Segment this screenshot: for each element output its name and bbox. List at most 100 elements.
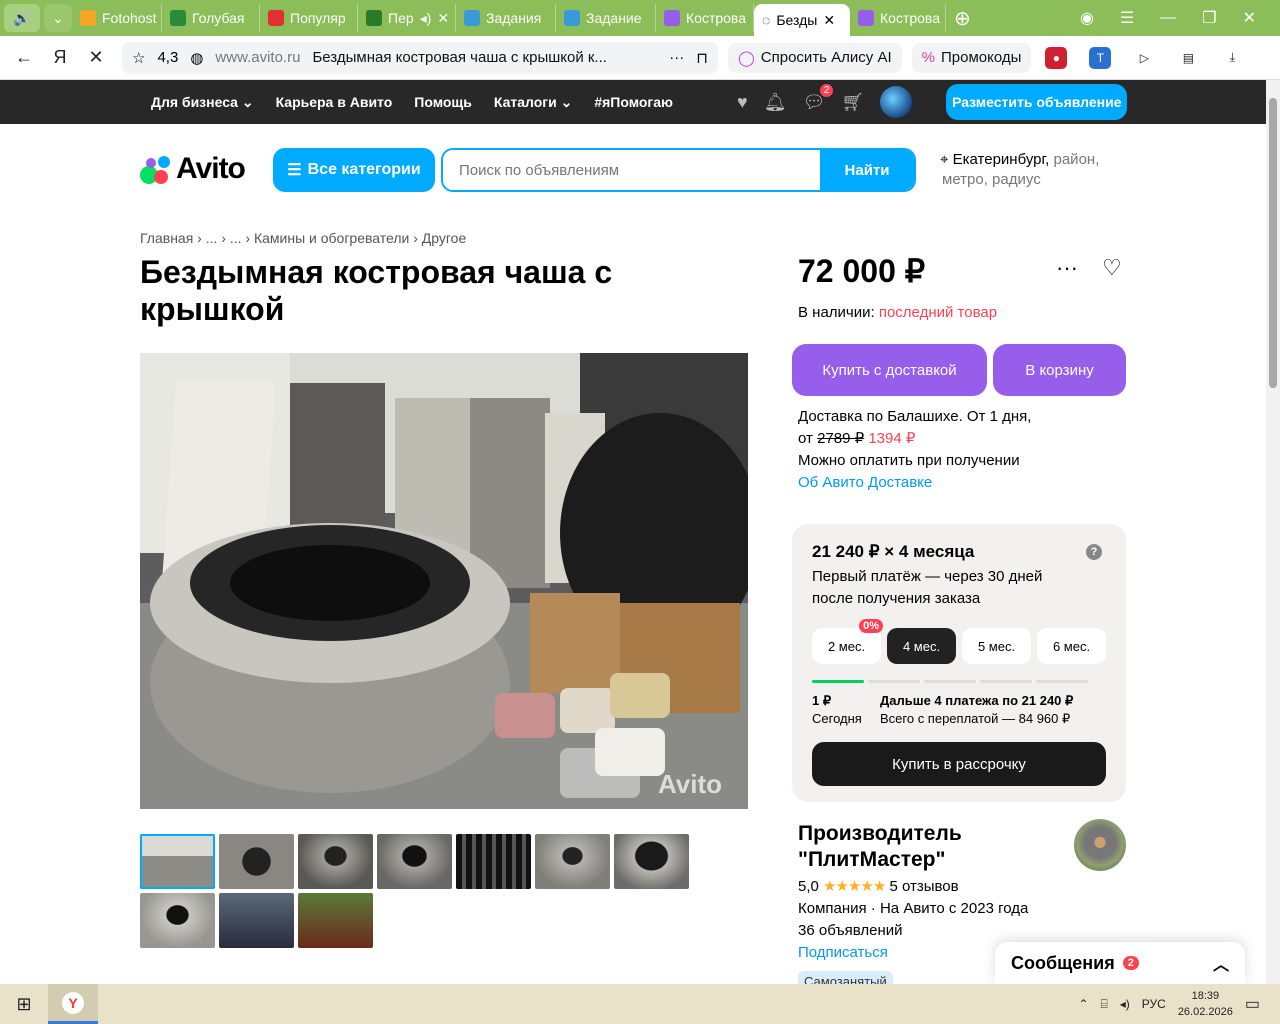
- windows-start-icon[interactable]: ⊞: [0, 994, 48, 1015]
- messages-icon[interactable]: 💬︎ 2: [803, 83, 834, 113]
- profile-icon[interactable]: ◉: [1080, 8, 1094, 28]
- avito-logo[interactable]: Avito: [140, 152, 246, 186]
- post-ad-button[interactable]: Разместить объявление: [946, 84, 1128, 120]
- back-icon[interactable]: ←: [6, 47, 42, 68]
- add-to-cart-button[interactable]: В корзину: [993, 344, 1126, 396]
- close-window-icon[interactable]: ✕: [1243, 8, 1256, 28]
- download-icon[interactable]: ⤓: [1221, 47, 1243, 69]
- close-icon[interactable]: ✕: [823, 12, 835, 29]
- nav-catalogs[interactable]: Каталоги ⌄: [494, 94, 572, 111]
- translate-icon[interactable]: T: [1089, 46, 1112, 69]
- tab-label: Популяр: [290, 10, 346, 26]
- alice-button[interactable]: ◯ Спросить Алису AI: [728, 42, 902, 73]
- term-2-months[interactable]: 2 мес. 0%: [812, 619, 883, 664]
- subscribe-link[interactable]: Подписаться: [798, 942, 1028, 964]
- nav-ya-pomogayu[interactable]: #яПомогаю: [594, 94, 673, 111]
- minimize-icon[interactable]: —: [1160, 9, 1176, 27]
- adblock-icon[interactable]: ●: [1045, 46, 1068, 69]
- chevron-up-icon[interactable]: ︿: [1213, 951, 1229, 975]
- language-indicator[interactable]: РУС: [1142, 997, 1166, 1011]
- tab-active[interactable]: ◌ Безды ✕: [754, 4, 850, 36]
- location-selector[interactable]: ⌖ Екатеринбург, район, метро, радиус: [940, 150, 1130, 190]
- seller-name[interactable]: Производитель "ПлитМастер": [798, 821, 1058, 873]
- help-icon[interactable]: ?: [1086, 544, 1102, 560]
- term-6-months[interactable]: 6 мес.: [1037, 628, 1106, 664]
- thumbnail[interactable]: [140, 834, 215, 889]
- tab-per[interactable]: Пер ◂) ✕: [358, 4, 456, 32]
- search-button[interactable]: Найти: [820, 150, 914, 190]
- all-categories-button[interactable]: ☰ Все категории: [273, 148, 435, 192]
- search-input[interactable]: [443, 150, 820, 190]
- notifications-icon[interactable]: ▭: [1245, 994, 1260, 1014]
- tab-kostrova[interactable]: Кострова: [656, 4, 754, 32]
- nav-help[interactable]: Помощь: [414, 94, 472, 111]
- more-icon[interactable]: ···: [669, 49, 684, 66]
- thumbnail[interactable]: [614, 834, 689, 889]
- close-icon[interactable]: ✕: [437, 10, 449, 27]
- collections-icon[interactable]: ▤: [1177, 47, 1199, 69]
- buy-installment-button[interactable]: Купить в рассрочку: [812, 742, 1106, 786]
- cart-icon[interactable]: 🛒︎: [841, 92, 864, 113]
- os-taskbar: ⊞ Y ⌃ ⌸ ◂) РУС 18:39 26.02.2026 ▭: [0, 984, 1280, 1024]
- thumbnail[interactable]: [456, 834, 531, 889]
- nav-career[interactable]: Карьера в Авито: [276, 94, 393, 111]
- promo-button[interactable]: % Промокоды: [911, 42, 1032, 73]
- avatar[interactable]: [880, 86, 913, 118]
- thumbnail[interactable]: [219, 834, 294, 889]
- network-icon[interactable]: ⌸: [1101, 997, 1108, 1012]
- thumbnail[interactable]: [219, 893, 294, 948]
- messages-widget[interactable]: Сообщения 2 ︿: [995, 942, 1245, 984]
- new-tab-button[interactable]: ⊕: [946, 4, 979, 32]
- tray-arrow-icon[interactable]: ⌃: [1078, 997, 1088, 1011]
- thumbnail[interactable]: [140, 893, 215, 948]
- buy-with-delivery-button[interactable]: Купить с доставкой: [792, 344, 987, 396]
- tab-golubaya[interactable]: Голубая: [162, 4, 260, 32]
- price: 72 000 ₽: [798, 253, 926, 289]
- seller-ads-count[interactable]: 36 объявлений: [798, 920, 1028, 942]
- seller-reviews[interactable]: 5 отзывов: [889, 878, 958, 895]
- tab-zadaniya[interactable]: Задания: [456, 4, 556, 32]
- omnibox[interactable]: ☆ 4,3 ◍ www.avito.ru Бездымная костровая…: [122, 41, 718, 74]
- more-icon[interactable]: ···: [1056, 255, 1078, 281]
- sound-icon[interactable]: 🔊: [4, 4, 40, 32]
- yandex-icon[interactable]: Я: [42, 47, 78, 68]
- seller-avatar[interactable]: [1074, 819, 1126, 871]
- nav-business[interactable]: Для бизнеса ⌄: [151, 94, 254, 111]
- thumbnail[interactable]: [298, 834, 373, 889]
- thumbnail-strip: [140, 834, 700, 948]
- tab-kostrova-2[interactable]: Кострова: [850, 4, 946, 32]
- thumbnail[interactable]: [535, 834, 610, 889]
- tab-popular[interactable]: Популяр: [260, 4, 358, 32]
- sound-icon[interactable]: ◂): [420, 10, 432, 27]
- all-categories-label: Все категории: [307, 161, 421, 178]
- about-delivery-link[interactable]: Об Авито Доставке: [798, 472, 1031, 494]
- tab-label: Голубая: [192, 10, 245, 26]
- system-tray: ⌃ ⌸ ◂) РУС 18:39 26.02.2026 ▭: [1078, 988, 1280, 1020]
- tab-zadanie[interactable]: Задание: [556, 4, 656, 32]
- thumbnail[interactable]: [377, 834, 452, 889]
- bookmark-icon[interactable]: ⊓: [696, 49, 708, 67]
- restore-icon[interactable]: ❐: [1202, 8, 1216, 28]
- favorites-heart-icon[interactable]: ♥: [737, 92, 748, 113]
- tab-label: Безды: [776, 12, 818, 28]
- menu-icon[interactable]: ☰: [1120, 8, 1134, 28]
- thumbnail[interactable]: [298, 893, 373, 948]
- term-4-months[interactable]: 4 мес.: [887, 628, 956, 664]
- delivery-info: Доставка по Балашихе. От 1 дня, от 2789 …: [798, 406, 1031, 494]
- page-scrollbar[interactable]: [1266, 80, 1280, 984]
- catalog-icon: ☰: [287, 162, 302, 179]
- term-5-months[interactable]: 5 мес.: [962, 628, 1031, 664]
- favorite-heart-icon[interactable]: ♡: [1102, 255, 1122, 281]
- scrollbar-thumb[interactable]: [1269, 98, 1277, 388]
- tab-fotohost[interactable]: Fotohost: [72, 4, 162, 32]
- clock[interactable]: 18:39 26.02.2026: [1178, 988, 1233, 1020]
- breadcrumb[interactable]: Главная › ... › ... › Камины и обогреват…: [140, 230, 466, 246]
- tab-list-chevron-icon[interactable]: ⌄: [44, 4, 72, 32]
- notifications-bell-icon[interactable]: 🔔︎: [764, 92, 787, 113]
- video-icon[interactable]: ▷: [1133, 47, 1155, 69]
- yandex-browser-taskbar-icon[interactable]: Y: [48, 984, 98, 1024]
- volume-icon[interactable]: ◂): [1120, 997, 1130, 1011]
- main-photo[interactable]: Avito: [140, 353, 748, 809]
- delivery-new-price: 1394 ₽: [868, 430, 916, 447]
- stop-icon[interactable]: ✕: [78, 47, 114, 68]
